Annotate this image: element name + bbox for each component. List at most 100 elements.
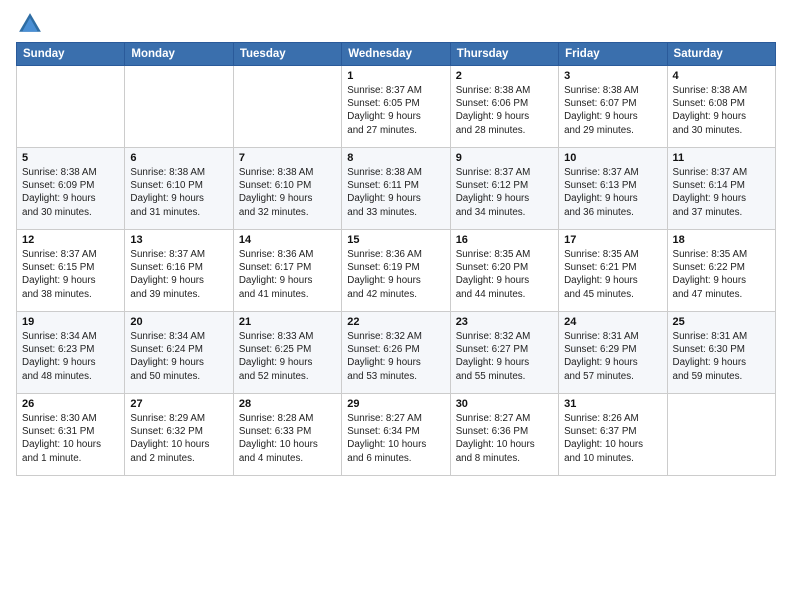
day-number: 6 bbox=[130, 152, 227, 164]
week-row-1: 1 Sunrise: 8:37 AM Sunset: 6:05 PM Daylig… bbox=[17, 66, 776, 148]
day-number: 14 bbox=[239, 234, 336, 246]
day-info: Sunrise: 8:37 AM Sunset: 6:13 PM Dayligh… bbox=[564, 166, 661, 219]
day-cell: 24Sunrise: 8:31 AM Sunset: 6:29 PM Dayli… bbox=[559, 312, 667, 394]
day-number: 31 bbox=[564, 398, 661, 410]
day-cell: 27 Sunrise: 8:29 AM Sunset: 6:32 PM Dayli… bbox=[125, 394, 233, 476]
day-cell: 14 Sunrise: 8:36 AM Sunset: 6:17 PM Dayli… bbox=[233, 230, 341, 312]
day-cell: 11 Sunrise: 8:37 AM Sunset: 6:14 PM Dayli… bbox=[667, 148, 775, 230]
day-cell: 13Sunrise: 8:37 AM Sunset: 6:16 PM Dayli… bbox=[125, 230, 233, 312]
day-info: Sunrise: 8:34 AM Sunset: 6:24 PM Dayligh… bbox=[130, 330, 227, 383]
weekday-header-tuesday: Tuesday bbox=[233, 43, 341, 66]
day-cell: 7 Sunrise: 8:38 AM Sunset: 6:10 PM Daylig… bbox=[233, 148, 341, 230]
day-info: Sunrise: 8:35 AM Sunset: 6:21 PM Dayligh… bbox=[564, 248, 661, 301]
day-cell: 4Sunrise: 8:38 AM Sunset: 6:08 PM Daylig… bbox=[667, 66, 775, 148]
day-cell: 9 Sunrise: 8:37 AM Sunset: 6:12 PM Daylig… bbox=[450, 148, 558, 230]
day-info: Sunrise: 8:38 AM Sunset: 6:09 PM Dayligh… bbox=[22, 166, 119, 219]
day-cell: 20 Sunrise: 8:34 AM Sunset: 6:24 PM Dayli… bbox=[125, 312, 233, 394]
day-info: Sunrise: 8:27 AM Sunset: 6:36 PM Dayligh… bbox=[456, 412, 553, 465]
day-info: Sunrise: 8:37 AM Sunset: 6:16 PM Dayligh… bbox=[130, 248, 227, 301]
day-cell: 26 Sunrise: 8:30 AM Sunset: 6:31 PM Dayli… bbox=[17, 394, 125, 476]
day-info: Sunrise: 8:36 AM Sunset: 6:19 PM Dayligh… bbox=[347, 248, 444, 301]
day-info: Sunrise: 8:28 AM Sunset: 6:33 PM Dayligh… bbox=[239, 412, 336, 465]
day-info: Sunrise: 8:37 AM Sunset: 6:05 PM Dayligh… bbox=[347, 84, 444, 137]
day-cell: 19 Sunrise: 8:34 AM Sunset: 6:23 PM Dayli… bbox=[17, 312, 125, 394]
day-cell bbox=[667, 394, 775, 476]
day-cell: 5 Sunrise: 8:38 AM Sunset: 6:09 PM Daylig… bbox=[17, 148, 125, 230]
day-number: 30 bbox=[456, 398, 553, 410]
day-info: Sunrise: 8:29 AM Sunset: 6:32 PM Dayligh… bbox=[130, 412, 227, 465]
day-cell: 22 Sunrise: 8:32 AM Sunset: 6:26 PM Dayli… bbox=[342, 312, 450, 394]
day-cell: 17Sunrise: 8:35 AM Sunset: 6:21 PM Dayli… bbox=[559, 230, 667, 312]
day-number: 15 bbox=[347, 234, 444, 246]
day-number: 23 bbox=[456, 316, 553, 328]
day-number: 18 bbox=[673, 234, 770, 246]
day-cell: 1 Sunrise: 8:37 AM Sunset: 6:05 PM Daylig… bbox=[342, 66, 450, 148]
day-info: Sunrise: 8:37 AM Sunset: 6:14 PM Dayligh… bbox=[673, 166, 770, 219]
weekday-header-row: SundayMondayTuesdayWednesdayThursdayFrid… bbox=[17, 43, 776, 66]
day-cell: 10 Sunrise: 8:37 AM Sunset: 6:13 PM Dayli… bbox=[559, 148, 667, 230]
day-cell: 21 Sunrise: 8:33 AM Sunset: 6:25 PM Dayli… bbox=[233, 312, 341, 394]
day-cell bbox=[233, 66, 341, 148]
day-info: Sunrise: 8:36 AM Sunset: 6:17 PM Dayligh… bbox=[239, 248, 336, 301]
day-number: 5 bbox=[22, 152, 119, 164]
day-cell: 18Sunrise: 8:35 AM Sunset: 6:22 PM Dayli… bbox=[667, 230, 775, 312]
day-number: 8 bbox=[347, 152, 444, 164]
day-info: Sunrise: 8:38 AM Sunset: 6:08 PM Dayligh… bbox=[673, 84, 770, 137]
weekday-header-sunday: Sunday bbox=[17, 43, 125, 66]
logo-icon bbox=[16, 10, 44, 38]
day-number: 11 bbox=[673, 152, 770, 164]
day-cell bbox=[125, 66, 233, 148]
weekday-header-saturday: Saturday bbox=[667, 43, 775, 66]
day-info: Sunrise: 8:37 AM Sunset: 6:12 PM Dayligh… bbox=[456, 166, 553, 219]
week-row-5: 26 Sunrise: 8:30 AM Sunset: 6:31 PM Dayli… bbox=[17, 394, 776, 476]
weekday-header-friday: Friday bbox=[559, 43, 667, 66]
day-cell: 8 Sunrise: 8:38 AM Sunset: 6:11 PM Daylig… bbox=[342, 148, 450, 230]
day-cell: 15 Sunrise: 8:36 AM Sunset: 6:19 PM Dayli… bbox=[342, 230, 450, 312]
weekday-header-thursday: Thursday bbox=[450, 43, 558, 66]
day-number: 28 bbox=[239, 398, 336, 410]
day-info: Sunrise: 8:38 AM Sunset: 6:06 PM Dayligh… bbox=[456, 84, 553, 137]
day-number: 27 bbox=[130, 398, 227, 410]
day-number: 10 bbox=[564, 152, 661, 164]
day-info: Sunrise: 8:38 AM Sunset: 6:11 PM Dayligh… bbox=[347, 166, 444, 219]
day-number: 19 bbox=[22, 316, 119, 328]
week-row-2: 5 Sunrise: 8:38 AM Sunset: 6:09 PM Daylig… bbox=[17, 148, 776, 230]
day-info: Sunrise: 8:34 AM Sunset: 6:23 PM Dayligh… bbox=[22, 330, 119, 383]
day-number: 9 bbox=[456, 152, 553, 164]
day-cell: 30 Sunrise: 8:27 AM Sunset: 6:36 PM Dayli… bbox=[450, 394, 558, 476]
day-cell bbox=[17, 66, 125, 148]
day-info: Sunrise: 8:38 AM Sunset: 6:07 PM Dayligh… bbox=[564, 84, 661, 137]
day-cell: 3 Sunrise: 8:38 AM Sunset: 6:07 PM Daylig… bbox=[559, 66, 667, 148]
day-number: 7 bbox=[239, 152, 336, 164]
day-number: 20 bbox=[130, 316, 227, 328]
day-info: Sunrise: 8:26 AM Sunset: 6:37 PM Dayligh… bbox=[564, 412, 661, 465]
day-number: 22 bbox=[347, 316, 444, 328]
day-number: 26 bbox=[22, 398, 119, 410]
week-row-3: 12 Sunrise: 8:37 AM Sunset: 6:15 PM Dayli… bbox=[17, 230, 776, 312]
day-number: 2 bbox=[456, 70, 553, 82]
calendar-table: SundayMondayTuesdayWednesdayThursdayFrid… bbox=[16, 42, 776, 476]
weekday-header-monday: Monday bbox=[125, 43, 233, 66]
day-number: 12 bbox=[22, 234, 119, 246]
day-info: Sunrise: 8:31 AM Sunset: 6:30 PM Dayligh… bbox=[673, 330, 770, 383]
day-number: 1 bbox=[347, 70, 444, 82]
week-row-4: 19 Sunrise: 8:34 AM Sunset: 6:23 PM Dayli… bbox=[17, 312, 776, 394]
day-cell: 23 Sunrise: 8:32 AM Sunset: 6:27 PM Dayli… bbox=[450, 312, 558, 394]
day-info: Sunrise: 8:37 AM Sunset: 6:15 PM Dayligh… bbox=[22, 248, 119, 301]
logo bbox=[16, 10, 48, 38]
weekday-header-wednesday: Wednesday bbox=[342, 43, 450, 66]
day-info: Sunrise: 8:31 AM Sunset: 6:29 PM Dayligh… bbox=[564, 330, 661, 383]
day-info: Sunrise: 8:38 AM Sunset: 6:10 PM Dayligh… bbox=[239, 166, 336, 219]
day-cell: 28 Sunrise: 8:28 AM Sunset: 6:33 PM Dayli… bbox=[233, 394, 341, 476]
day-info: Sunrise: 8:30 AM Sunset: 6:31 PM Dayligh… bbox=[22, 412, 119, 465]
day-number: 3 bbox=[564, 70, 661, 82]
day-info: Sunrise: 8:32 AM Sunset: 6:27 PM Dayligh… bbox=[456, 330, 553, 383]
day-number: 29 bbox=[347, 398, 444, 410]
day-info: Sunrise: 8:38 AM Sunset: 6:10 PM Dayligh… bbox=[130, 166, 227, 219]
day-cell: 29Sunrise: 8:27 AM Sunset: 6:34 PM Dayli… bbox=[342, 394, 450, 476]
page: SundayMondayTuesdayWednesdayThursdayFrid… bbox=[0, 0, 792, 612]
day-info: Sunrise: 8:32 AM Sunset: 6:26 PM Dayligh… bbox=[347, 330, 444, 383]
day-info: Sunrise: 8:33 AM Sunset: 6:25 PM Dayligh… bbox=[239, 330, 336, 383]
day-number: 21 bbox=[239, 316, 336, 328]
day-cell: 6 Sunrise: 8:38 AM Sunset: 6:10 PM Daylig… bbox=[125, 148, 233, 230]
